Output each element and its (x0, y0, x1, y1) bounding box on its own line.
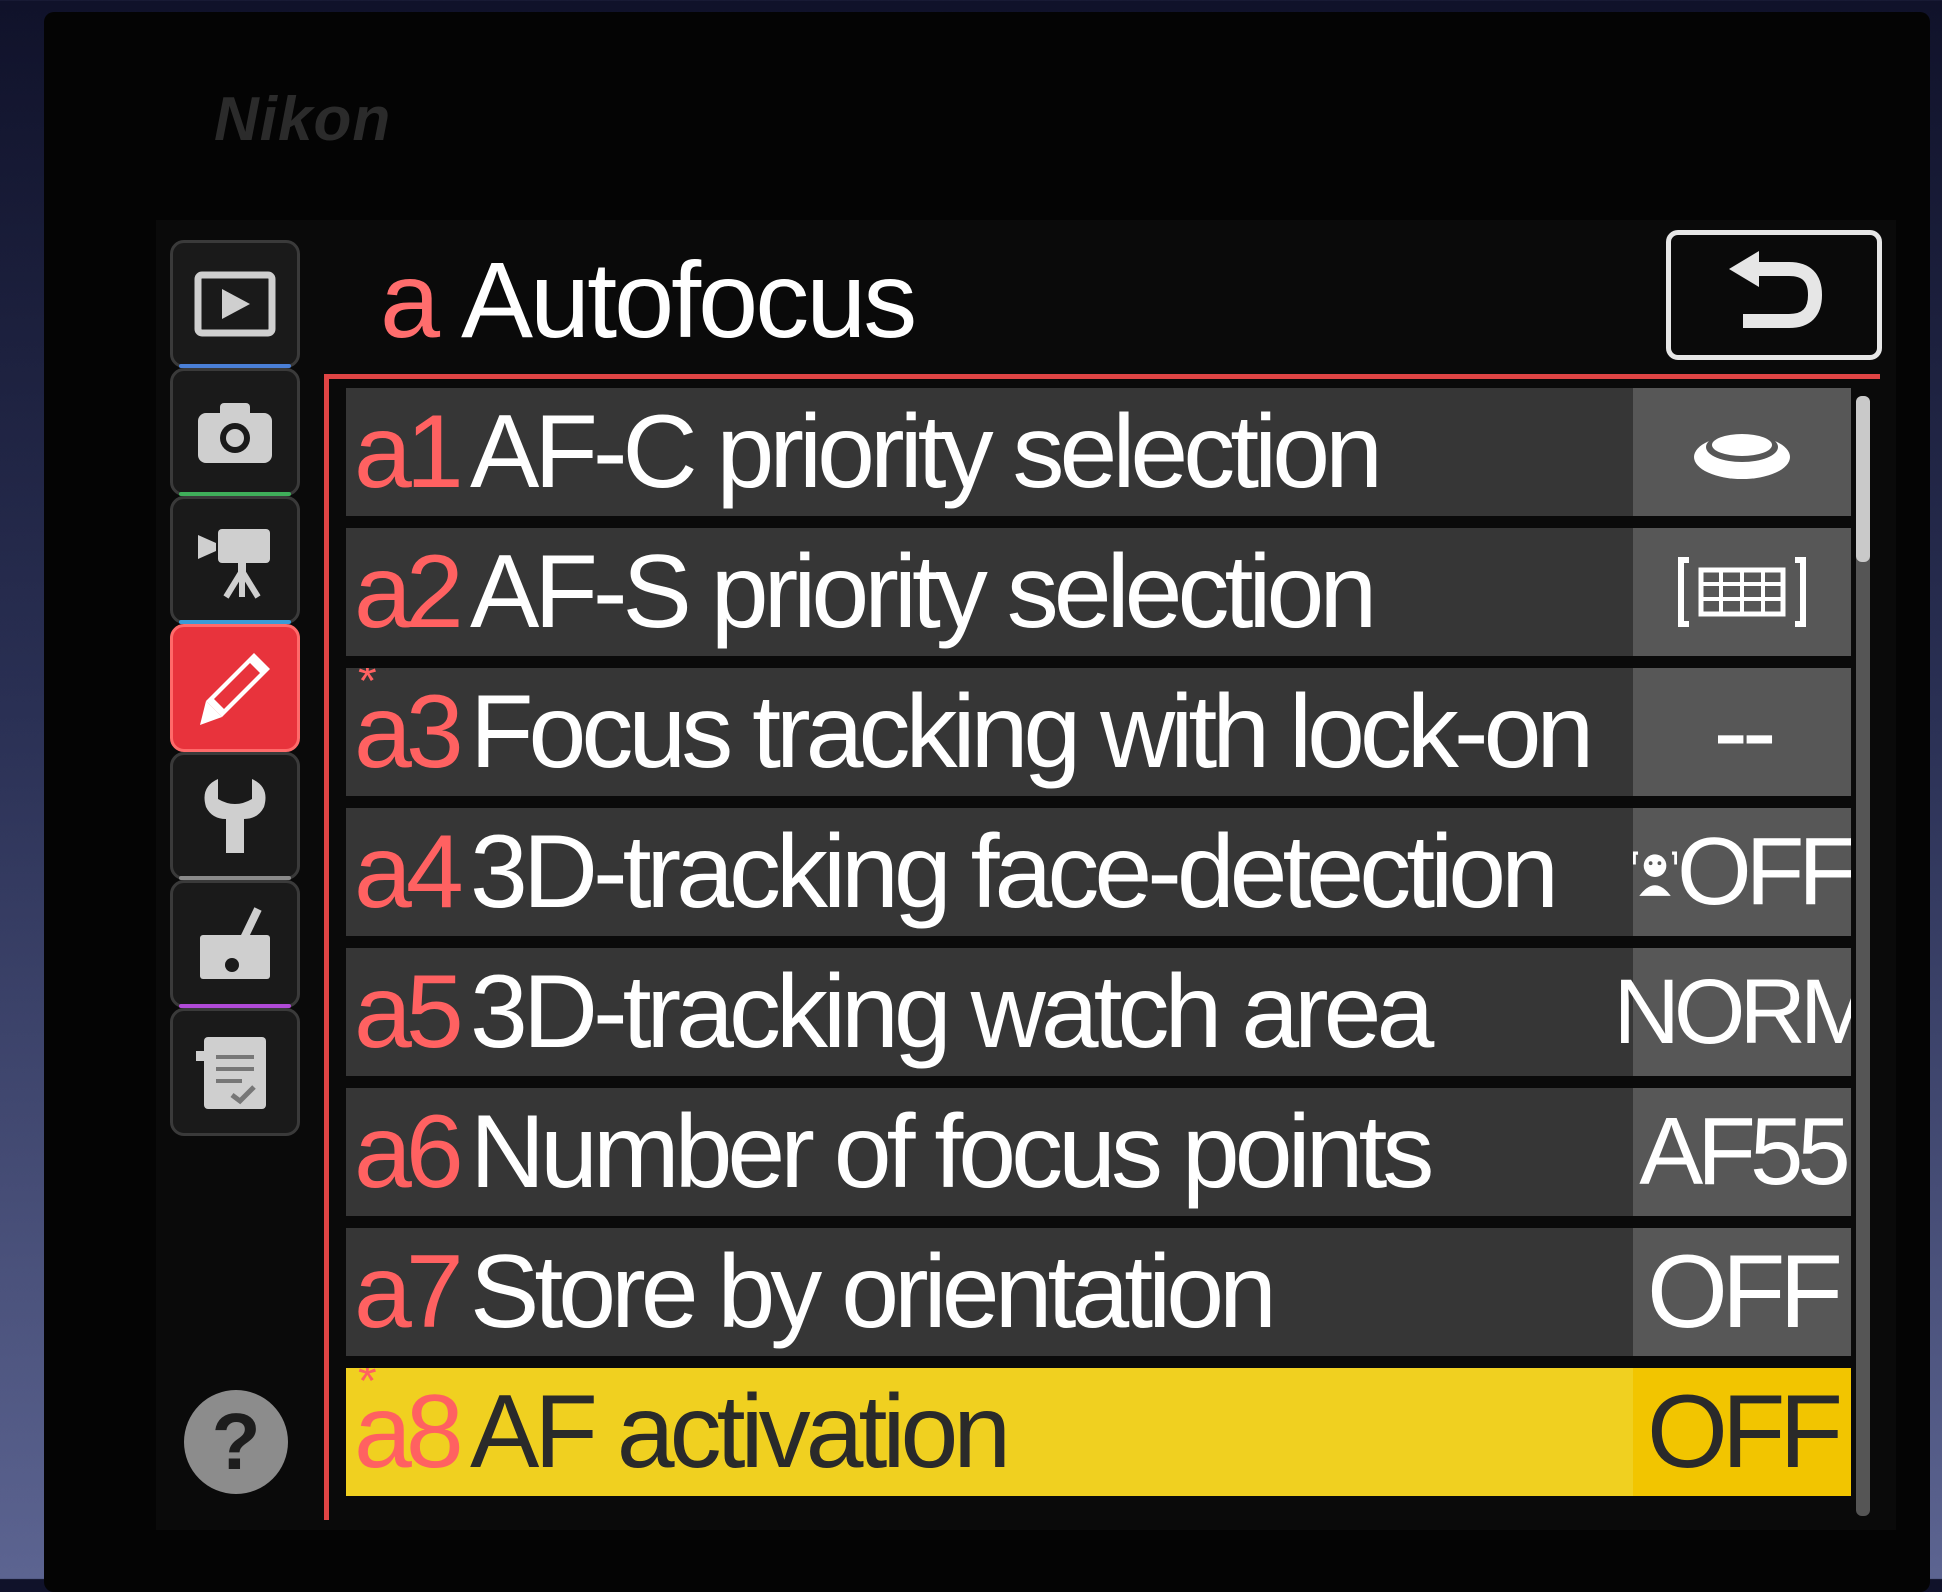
item-value: OFF (1633, 1228, 1851, 1356)
my-menu-icon (196, 1037, 266, 1109)
return-arrow-icon (1729, 251, 1823, 328)
item-value (1633, 528, 1851, 656)
scroll-thumb[interactable] (1856, 396, 1870, 562)
tab-custom-settings[interactable] (170, 624, 300, 752)
face-detection-icon (1633, 851, 1678, 896)
menu-item-a6[interactable]: a6 Number of focus points AF55 (346, 1088, 1851, 1216)
item-code: a6 (354, 1094, 464, 1210)
retouch-icon (200, 907, 270, 979)
page-title: Autofocus (461, 239, 917, 360)
menu-item-a1[interactable]: a1 AF-C priority selection (346, 388, 1851, 516)
modified-marker: * (358, 1368, 377, 1408)
item-label: Number of focus points (470, 1094, 1434, 1210)
item-code: * a3 (346, 668, 464, 784)
item-label: AF-S priority selection (470, 534, 1377, 650)
back-button[interactable] (1666, 230, 1882, 360)
item-code: a5 (354, 954, 464, 1070)
tab-movie-shooting[interactable] (170, 496, 300, 624)
item-value: -- (1633, 668, 1851, 796)
item-value: AF55 (1633, 1088, 1851, 1216)
item-value: OFF (1633, 808, 1851, 936)
modified-marker: * (358, 668, 377, 708)
item-code: * a8 (346, 1368, 464, 1484)
item-label: Focus tracking with lock-on (470, 674, 1594, 790)
item-code: a1 (354, 394, 464, 510)
focus-priority-icon (1678, 557, 1806, 627)
menu-item-a7[interactable]: a7 Store by orientation OFF (346, 1228, 1851, 1356)
item-value: NORM (1613, 948, 1851, 1076)
item-label: 3D-tracking face-detection (470, 814, 1559, 930)
help-button[interactable]: ? (184, 1390, 288, 1494)
camera-lcd-screen: ? a Autofocus a1 AF-C priority selection (156, 220, 1896, 1530)
menu-item-a4[interactable]: a4 3D-tracking face-detection OFF (346, 808, 1851, 936)
camera-icon (198, 403, 272, 463)
menu-item-a8[interactable]: * a8 AF activation OFF (346, 1368, 1851, 1496)
item-code: a7 (354, 1234, 464, 1350)
tab-playback[interactable] (170, 240, 300, 368)
menu-item-a5[interactable]: a5 3D-tracking watch area NORM (346, 948, 1851, 1076)
item-label: AF-C priority selection (470, 394, 1383, 510)
item-label: Store by orientation (470, 1234, 1277, 1350)
movie-camera-icon (198, 529, 270, 599)
scrollbar[interactable] (1856, 396, 1870, 1516)
item-label: AF activation (470, 1374, 1011, 1490)
tab-photo-shooting[interactable] (170, 368, 300, 496)
tab-setup[interactable] (170, 752, 300, 880)
wrench-icon (204, 779, 266, 853)
camera-bezel: Nikon ? a Autofocus a1 AF-C priority sel… (44, 12, 1930, 1592)
item-code: a2 (354, 534, 464, 650)
item-value (1633, 388, 1851, 516)
item-code: a4 (354, 814, 464, 930)
playback-icon (194, 271, 276, 337)
brand-logo: Nikon (214, 85, 392, 154)
tab-retouch[interactable] (170, 880, 300, 1008)
item-value: OFF (1633, 1368, 1851, 1496)
menu-item-a2[interactable]: a2 AF-S priority selection (346, 528, 1851, 656)
release-button-icon (1694, 432, 1790, 479)
menu-group-letter: a (380, 239, 441, 360)
item-label: 3D-tracking watch area (470, 954, 1434, 1070)
tab-my-menu[interactable] (170, 1008, 300, 1136)
pencil-icon (200, 653, 270, 725)
menu-item-a3[interactable]: * a3 Focus tracking with lock-on -- (346, 668, 1851, 796)
